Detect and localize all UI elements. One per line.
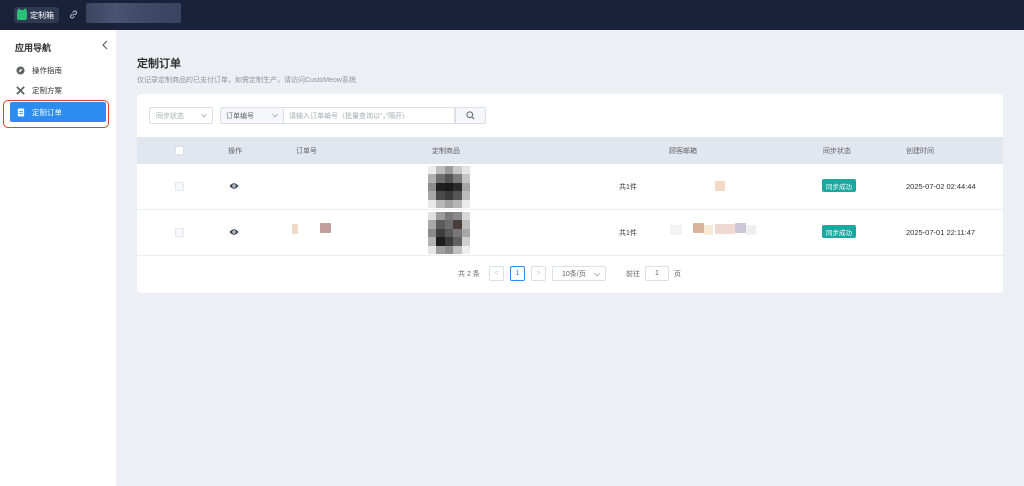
app-switcher[interactable]: 定制箱	[14, 7, 59, 23]
link-icon[interactable]	[68, 9, 79, 20]
blurred-order-number	[292, 224, 298, 234]
column-header: 定制商品	[432, 148, 460, 155]
column-header: 顾客邮箱	[669, 148, 697, 155]
prev-page-button[interactable]: <	[489, 266, 504, 281]
select-placeholder: 同步状态	[156, 112, 184, 120]
input-placeholder: 请输入订单编号（批量查询以“，”隔开）	[289, 112, 410, 120]
sidebar-item-guide[interactable]: 操作指南	[10, 60, 106, 80]
sync-status-select[interactable]: 同步状态	[149, 107, 213, 124]
page-size-select[interactable]: 10条/页	[552, 266, 606, 281]
chevron-down-icon	[272, 113, 278, 118]
blurred-order-number	[320, 223, 331, 233]
product-thumbnail[interactable]	[428, 212, 470, 254]
search-button[interactable]	[455, 107, 486, 124]
item-count: 共1件	[619, 230, 637, 237]
eye-icon[interactable]	[229, 182, 239, 190]
orders-card: 同步状态 订单编号 请输入订单编号（批量查询以“，”隔开） 操作 订单号 定制商…	[137, 94, 1003, 293]
status-badge: 同步成功	[822, 225, 856, 238]
blurred-store-url	[86, 3, 181, 23]
row-checkbox[interactable]	[175, 228, 184, 237]
sidebar-item-plans[interactable]: 定制方案	[10, 80, 106, 100]
blurred-email	[670, 225, 682, 235]
app-name: 定制箱	[30, 10, 54, 20]
item-count: 共1件	[619, 184, 637, 191]
goto-page-input[interactable]: 1	[645, 266, 669, 281]
column-header: 订单号	[296, 148, 317, 155]
column-header: 操作	[228, 148, 242, 155]
blurred-email	[715, 181, 725, 191]
product-thumbnail[interactable]	[428, 166, 470, 208]
page-size-value: 10条/页	[562, 270, 586, 278]
sidebar: 应用导航 操作指南 定制方案 定制订单	[0, 30, 116, 486]
next-page-button[interactable]: >	[531, 266, 546, 281]
blurred-email	[704, 225, 713, 235]
search-icon	[466, 111, 475, 120]
sidebar-title: 应用导航	[15, 43, 52, 53]
blurred-email	[715, 224, 735, 234]
chevron-down-icon	[201, 113, 207, 118]
cat-logo-icon	[17, 8, 27, 20]
page-1-button[interactable]: 1	[510, 266, 525, 281]
tools-icon	[16, 85, 25, 95]
blurred-email	[735, 223, 746, 233]
annotation-highlight-box	[3, 100, 109, 128]
status-badge: 同步成功	[822, 179, 856, 192]
select-value: 订单编号	[226, 112, 254, 120]
chevron-down-icon	[594, 272, 600, 277]
column-header: 同步状态	[823, 148, 851, 155]
table-row: 共1件 同步成功 2025-07-02 02:44:44	[137, 164, 1003, 210]
created-time: 2025-07-01 22:11:47	[906, 228, 976, 237]
created-time: 2025-07-02 02:44:44	[906, 182, 976, 191]
eye-icon[interactable]	[229, 228, 239, 236]
table-row: 共1件 同步成功 2025-07-01 22:11:47	[137, 210, 1003, 256]
row-checkbox[interactable]	[175, 182, 184, 191]
blurred-email	[746, 225, 756, 235]
top-bar: 定制箱	[0, 0, 1024, 30]
compass-icon	[16, 65, 25, 75]
sidebar-item-label: 操作指南	[32, 65, 62, 75]
page-title: 定制订单	[137, 58, 181, 70]
order-search-input[interactable]: 请输入订单编号（批量查询以“，”隔开）	[283, 107, 455, 124]
search-field-select[interactable]: 订单编号	[220, 107, 283, 124]
page-subtitle: 仅记录定制商品的已支付订单，如需定制生产，请访问CustoMeow系统	[137, 77, 356, 84]
sidebar-item-label: 定制方案	[32, 85, 62, 95]
select-all-checkbox[interactable]	[175, 146, 184, 155]
blurred-email	[693, 223, 704, 233]
goto-unit: 页	[674, 271, 681, 278]
goto-label: 前往	[626, 271, 640, 278]
chevron-left-icon[interactable]	[101, 40, 109, 50]
pagination-total: 共 2 条	[458, 271, 480, 278]
column-header: 创建时间	[906, 148, 934, 155]
table-header: 操作 订单号 定制商品 顾客邮箱 同步状态 创建时间	[137, 137, 1003, 164]
